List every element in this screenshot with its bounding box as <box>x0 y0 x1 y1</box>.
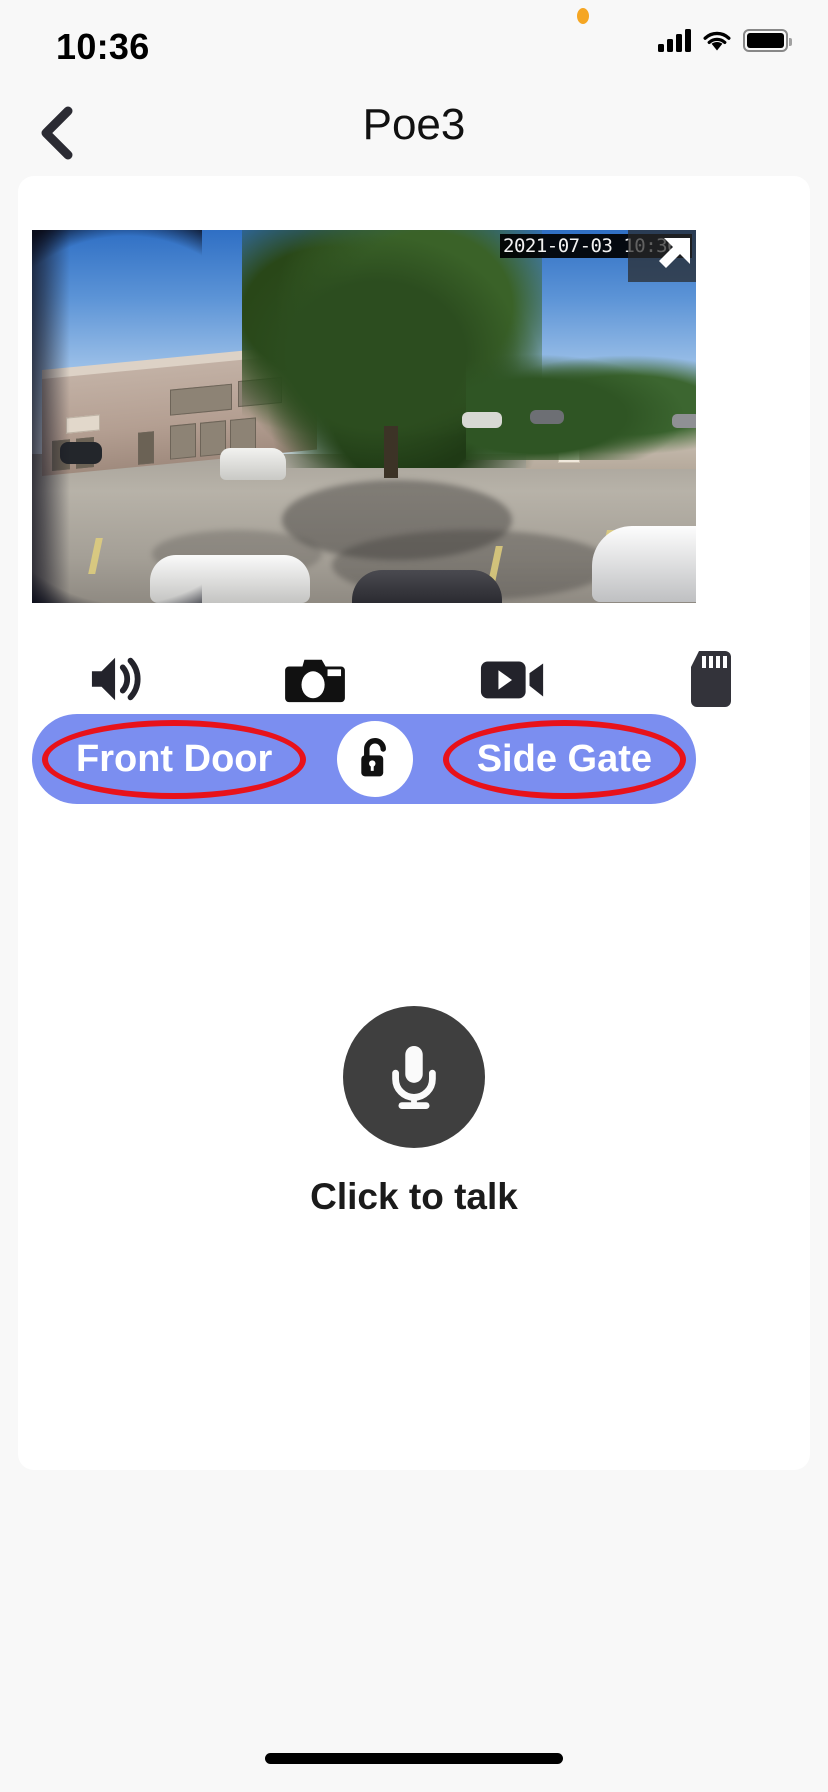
signal-bars-icon <box>658 28 691 52</box>
phone-screen: 10:36 Poe3 2021-07-03 10:36: Front Door … <box>0 0 828 1792</box>
status-bar-time: 10:36 <box>56 26 150 67</box>
talk-label: Click to talk <box>310 1176 518 1217</box>
scene-vehicle-car <box>592 526 696 602</box>
scene-vehicle-car <box>352 570 502 603</box>
scene-lens-vignette <box>32 230 202 603</box>
camera-scene <box>32 230 696 603</box>
scene-tree-far <box>466 350 696 460</box>
status-bar-icons <box>658 28 792 52</box>
status-bar: 10:36 <box>0 0 828 92</box>
camera-snapshot-icon[interactable] <box>216 652 414 706</box>
microphone-icon[interactable] <box>343 1006 485 1148</box>
scene-vehicle-car <box>530 410 564 424</box>
home-indicator-bar[interactable] <box>265 1753 563 1764</box>
live-video-player[interactable]: 2021-07-03 10:36: <box>32 230 696 603</box>
battery-full-icon <box>743 28 792 52</box>
side-gate-label: Side Gate <box>476 737 652 780</box>
unlock-padlock-icon[interactable] <box>336 721 413 797</box>
front-door-button[interactable]: Front Door <box>42 719 307 799</box>
front-door-label: Front Door <box>76 737 273 780</box>
scene-vehicle-car <box>672 414 696 428</box>
content-card: 2021-07-03 10:36: Front Door Side Gate C… <box>18 176 810 1470</box>
navigation-bar: Poe3 <box>0 92 828 176</box>
wifi-icon <box>702 29 732 52</box>
scene-vehicle-van <box>220 448 286 480</box>
side-gate-button[interactable]: Side Gate <box>442 719 686 799</box>
recording-indicator-dot <box>577 8 589 24</box>
page-title: Poe3 <box>362 100 466 149</box>
scene-tree-trunk <box>384 426 398 478</box>
video-record-icon[interactable] <box>414 655 612 703</box>
door-control-bar: Front Door Side Gate <box>32 714 696 804</box>
talk-section: Click to talk <box>18 1006 810 1218</box>
fullscreen-expand-icon[interactable] <box>628 230 696 282</box>
scene-vehicle-car <box>462 412 502 428</box>
camera-toolbar <box>18 631 810 727</box>
volume-speaker-icon[interactable] <box>18 652 216 706</box>
sd-card-icon[interactable] <box>612 649 810 709</box>
